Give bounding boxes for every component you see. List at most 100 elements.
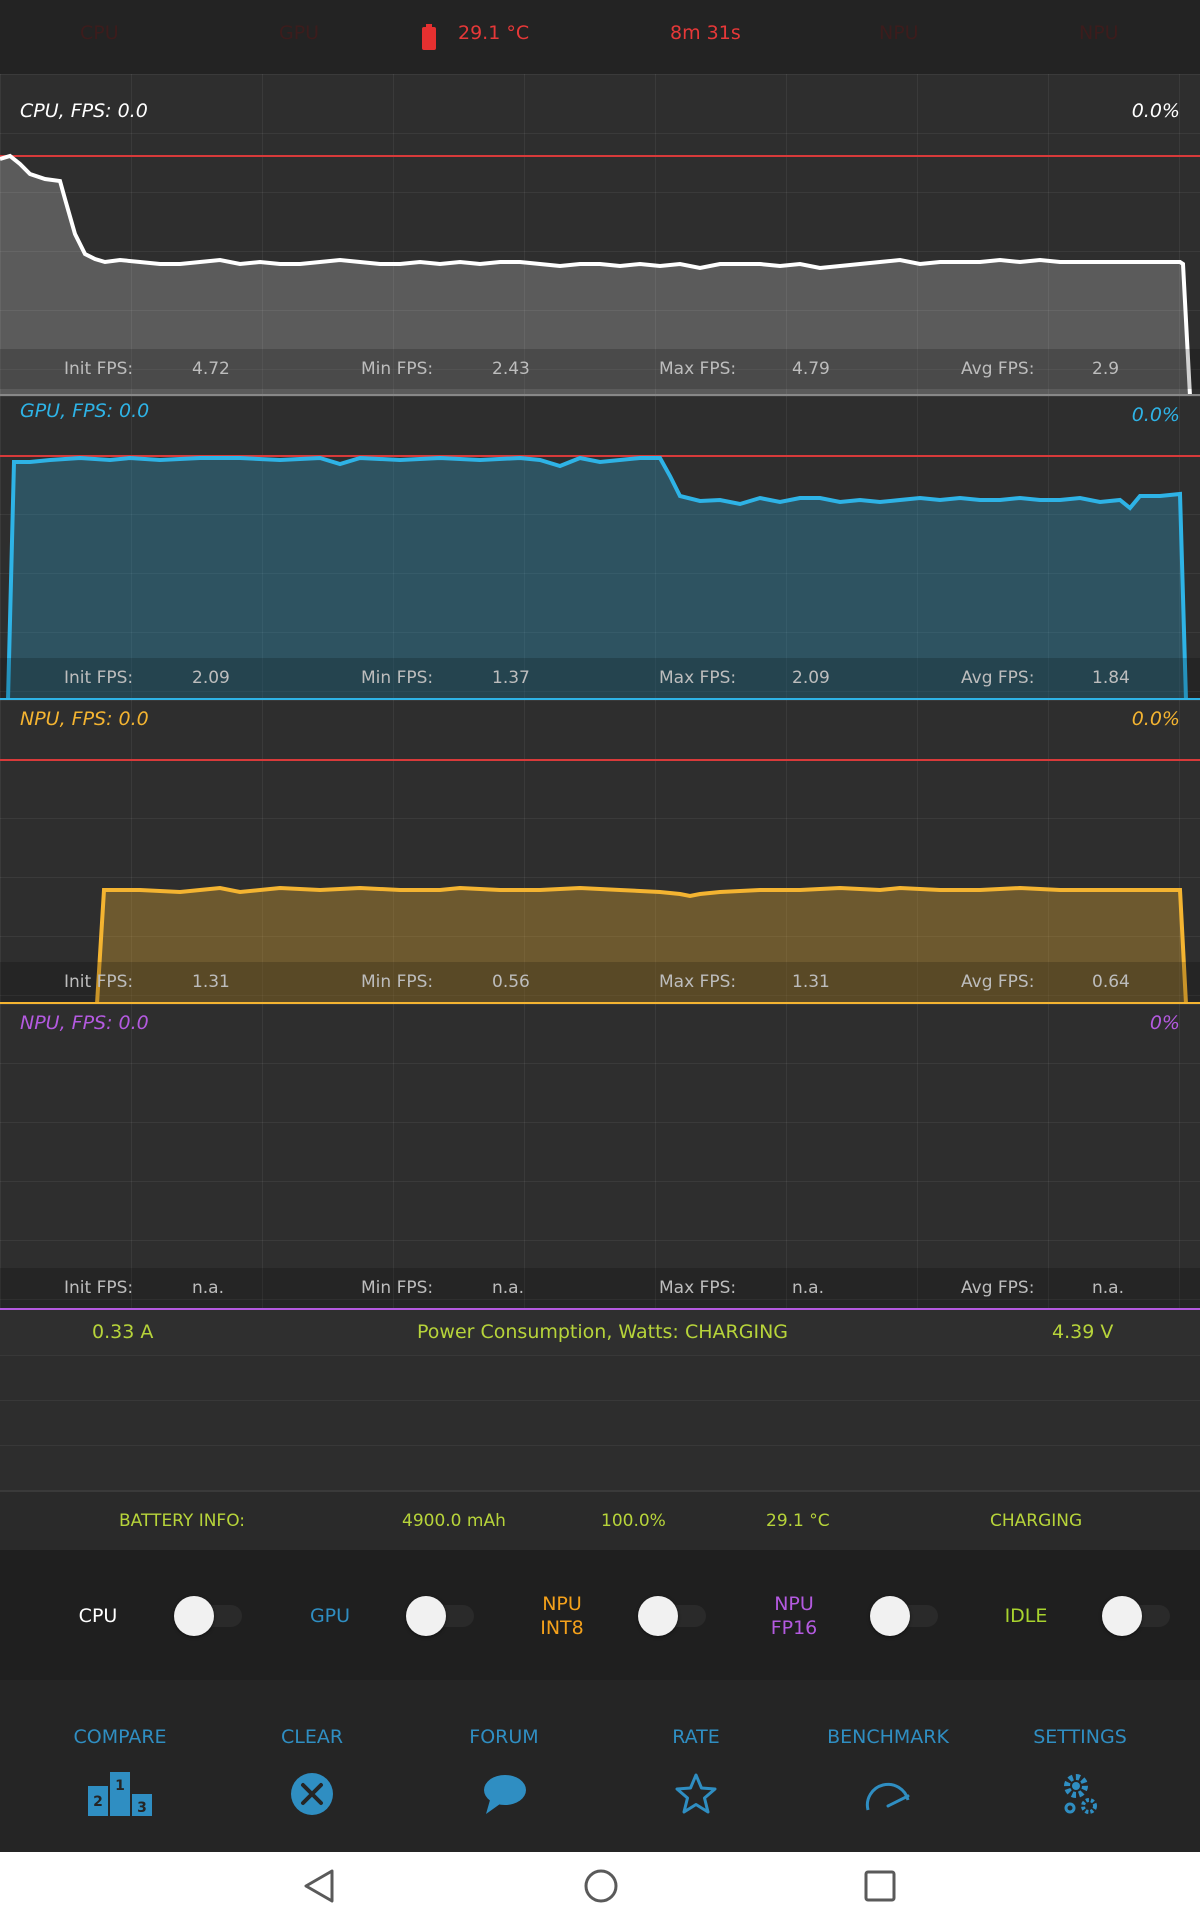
battery-level: 100.0% [601,1511,666,1531]
avg-fps-value: 2.9 [1092,359,1120,379]
cpu-graph-panel: CPU, FPS: 0.0 0.0% Init FPS: 4.72 Min FP… [0,74,1200,396]
max-fps-label: Max FPS: [659,668,737,688]
settings-label: SETTINGS [1033,1726,1127,1748]
recents-icon[interactable] [864,1870,896,1906]
init-fps-value: n.a. [192,1278,224,1298]
min-fps-value: n.a. [492,1278,524,1298]
mode-toggles-row: CPU GPU NPU INT8 NPU FP16 IDLE [0,1550,1200,1680]
min-fps-value: 1.37 [492,668,530,688]
npu-int8-panel-title: NPU, FPS: 0.0 [20,708,149,730]
cpu-fps-graph [0,153,1200,396]
max-fps-label: Max FPS: [659,1278,737,1298]
clear-button[interactable]: CLEAR [222,1680,402,1852]
gpu-panel-title: GPU, FPS: 0.0 [20,400,150,422]
rate-label: RATE [672,1726,720,1748]
battery-status: CHARGING [990,1511,1083,1531]
clear-x-icon [290,1772,334,1820]
battery-capacity: 4900.0 mAh [402,1511,506,1531]
init-fps-value: 1.31 [192,972,230,992]
gear-icon [1062,1772,1098,1820]
gpu-panel-percent: 0.0% [1131,404,1180,426]
battery-temperature: 29.1 °C [766,1511,830,1531]
npu-int8-fps-graph [0,759,1200,1004]
avg-fps-label: Avg FPS: [961,972,1035,992]
benchmark-button[interactable]: BENCHMARK [798,1680,978,1852]
min-fps-label: Min FPS: [361,1278,434,1298]
compare-button[interactable]: COMPARE 2 1 3 [30,1680,210,1852]
gpu-fps-graph [0,455,1200,700]
avg-fps-label: Avg FPS: [961,359,1035,379]
avg-fps-label: Avg FPS: [961,668,1035,688]
avg-fps-value: n.a. [1092,1278,1124,1298]
idle-toggle[interactable] [1102,1596,1142,1636]
avg-fps-label: Avg FPS: [961,1278,1035,1298]
clear-label: CLEAR [280,1726,344,1748]
npu-status-label: NPU [879,22,919,44]
min-fps-label: Min FPS: [361,359,434,379]
gauge-icon [864,1772,912,1820]
npu-fp16-stats-row: Init FPS: n.a. Min FPS: n.a. Max FPS: n.… [0,1268,1200,1308]
chat-bubble-icon [482,1772,526,1820]
max-fps-value: n.a. [792,1278,824,1298]
power-graph [0,1355,1200,1490]
home-icon[interactable] [583,1868,619,1908]
power-consumption-label: Power Consumption, Watts: [417,1321,679,1343]
action-bar: COMPARE 2 1 3 CLEAR FORUM RATE BENCHMARK… [0,1680,1200,1852]
toggle-label-cpu: CPU [78,1605,118,1627]
max-fps-label: Max FPS: [659,972,737,992]
star-icon [674,1772,718,1820]
svg-text:3: 3 [137,1800,147,1816]
svg-text:2: 2 [93,1794,103,1810]
gpu-stats-row: Init FPS: 2.09 Min FPS: 1.37 Max FPS: 2.… [0,658,1200,698]
avg-fps-value: 1.84 [1092,668,1130,688]
max-fps-value: 4.79 [792,359,830,379]
power-consumption-row: 0.33 A Power Consumption, Watts: CHARGIN… [0,1310,1200,1355]
toggle-label-idle: IDLE [1004,1605,1048,1627]
min-fps-value: 2.43 [492,359,530,379]
npu-fp16-toggle[interactable] [870,1596,910,1636]
npu-fp16-panel-percent: 0% [1149,1012,1180,1034]
min-fps-label: Min FPS: [361,668,434,688]
max-fps-value: 1.31 [792,972,830,992]
cpu-panel-title: CPU, FPS: 0.0 [20,100,148,122]
npu-fp16-panel-title: NPU, FPS: 0.0 [20,1012,149,1034]
timer-readout: 8m 31s [670,22,741,44]
cpu-status-label: CPU [80,22,119,44]
navigation-bar [0,1852,1200,1920]
npu-fp16-graph-panel: NPU, FPS: 0.0 0% Init FPS: n.a. Min FPS:… [0,1004,1200,1310]
forum-button[interactable]: FORUM [414,1680,594,1852]
battery-info-label: BATTERY INFO: [119,1511,246,1531]
power-status: CHARGING [685,1321,789,1343]
settings-button[interactable]: SETTINGS [990,1680,1170,1852]
toggle-label-npu-fp16: NPU FP16 [770,1593,818,1639]
init-fps-label: Init FPS: [64,972,134,992]
max-fps-value: 2.09 [792,668,830,688]
npu-int8-toggle[interactable] [638,1596,678,1636]
gpu-graph-panel: GPU, FPS: 0.0 0.0% Init FPS: 2.09 Min FP… [0,396,1200,700]
avg-fps-value: 0.64 [1092,972,1130,992]
npu-int8-stats-row: Init FPS: 1.31 Min FPS: 0.56 Max FPS: 1.… [0,962,1200,1002]
rate-button[interactable]: RATE [606,1680,786,1852]
toggle-label-gpu: GPU [309,1605,351,1627]
gpu-toggle[interactable] [406,1596,446,1636]
cpu-toggle[interactable] [174,1596,214,1636]
cpu-panel-percent: 0.0% [1131,100,1180,122]
init-fps-value: 4.72 [192,359,230,379]
init-fps-label: Init FPS: [64,1278,134,1298]
init-fps-label: Init FPS: [64,359,134,379]
min-fps-value: 0.56 [492,972,530,992]
npu-int8-graph-panel: NPU, FPS: 0.0 0.0% Init FPS: 1.31 Min FP… [0,700,1200,1004]
back-icon[interactable] [302,1868,336,1908]
current-readout: 0.33 A [92,1321,154,1343]
npu-int8-panel-percent: 0.0% [1131,708,1180,730]
battery-icon [421,24,437,54]
init-fps-label: Init FPS: [64,668,134,688]
temperature-readout: 29.1 °C [458,22,530,44]
benchmark-label: BENCHMARK [827,1726,949,1748]
status-header: CPU GPU 29.1 °C 8m 31s NPU NPU [0,0,1200,74]
toggle-label-npu-int8: NPU INT8 [540,1593,584,1639]
voltage-readout: 4.39 V [1052,1321,1114,1343]
min-fps-label: Min FPS: [361,972,434,992]
podium-icon: 2 1 3 [88,1772,154,1820]
battery-info-row: BATTERY INFO: 4900.0 mAh 100.0% 29.1 °C … [0,1490,1200,1550]
